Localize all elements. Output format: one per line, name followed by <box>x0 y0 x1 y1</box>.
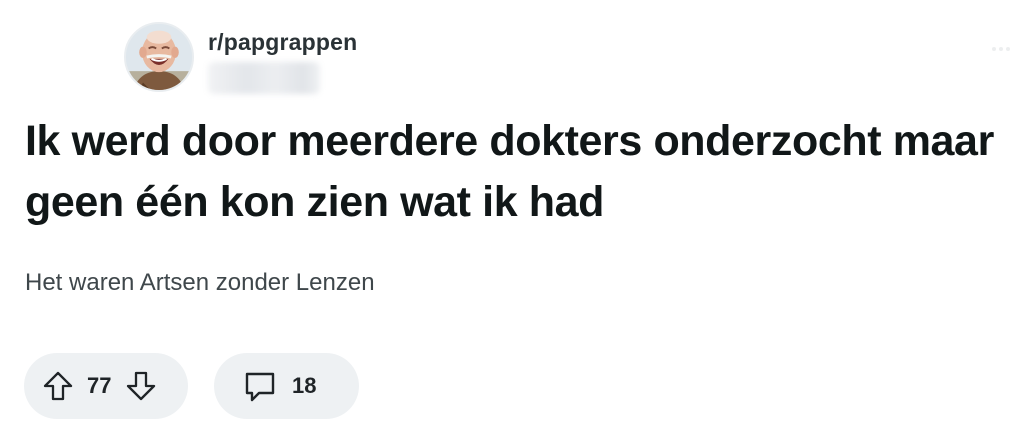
subreddit-avatar[interactable] <box>124 22 194 92</box>
post-body: Het waren Artsen zonder Lenzen <box>25 269 375 296</box>
blurred-username <box>208 62 320 94</box>
speech-bubble-icon <box>242 368 278 404</box>
post-card: r/papgrappen Ik werd door meerdere dokte… <box>0 0 1024 446</box>
post-title[interactable]: Ik werd door meerdere dokters onderzocht… <box>25 111 1015 233</box>
dot <box>999 47 1003 51</box>
vote-control: 77 <box>24 353 188 419</box>
post-actions: 77 18 <box>24 353 359 419</box>
faint-more-options-icon[interactable] <box>992 47 1014 55</box>
subreddit-avatar-image <box>126 24 192 90</box>
comments-button[interactable]: 18 <box>214 353 359 419</box>
dot <box>1006 47 1010 51</box>
post-meta: r/papgrappen <box>208 22 357 94</box>
vote-score: 77 <box>87 373 112 398</box>
post-header: r/papgrappen <box>124 22 357 94</box>
arrow-up-icon[interactable] <box>41 369 75 403</box>
arrow-down-icon[interactable] <box>124 369 158 403</box>
subreddit-name[interactable]: r/papgrappen <box>208 29 357 55</box>
dot <box>992 47 996 51</box>
comment-count: 18 <box>292 373 317 398</box>
